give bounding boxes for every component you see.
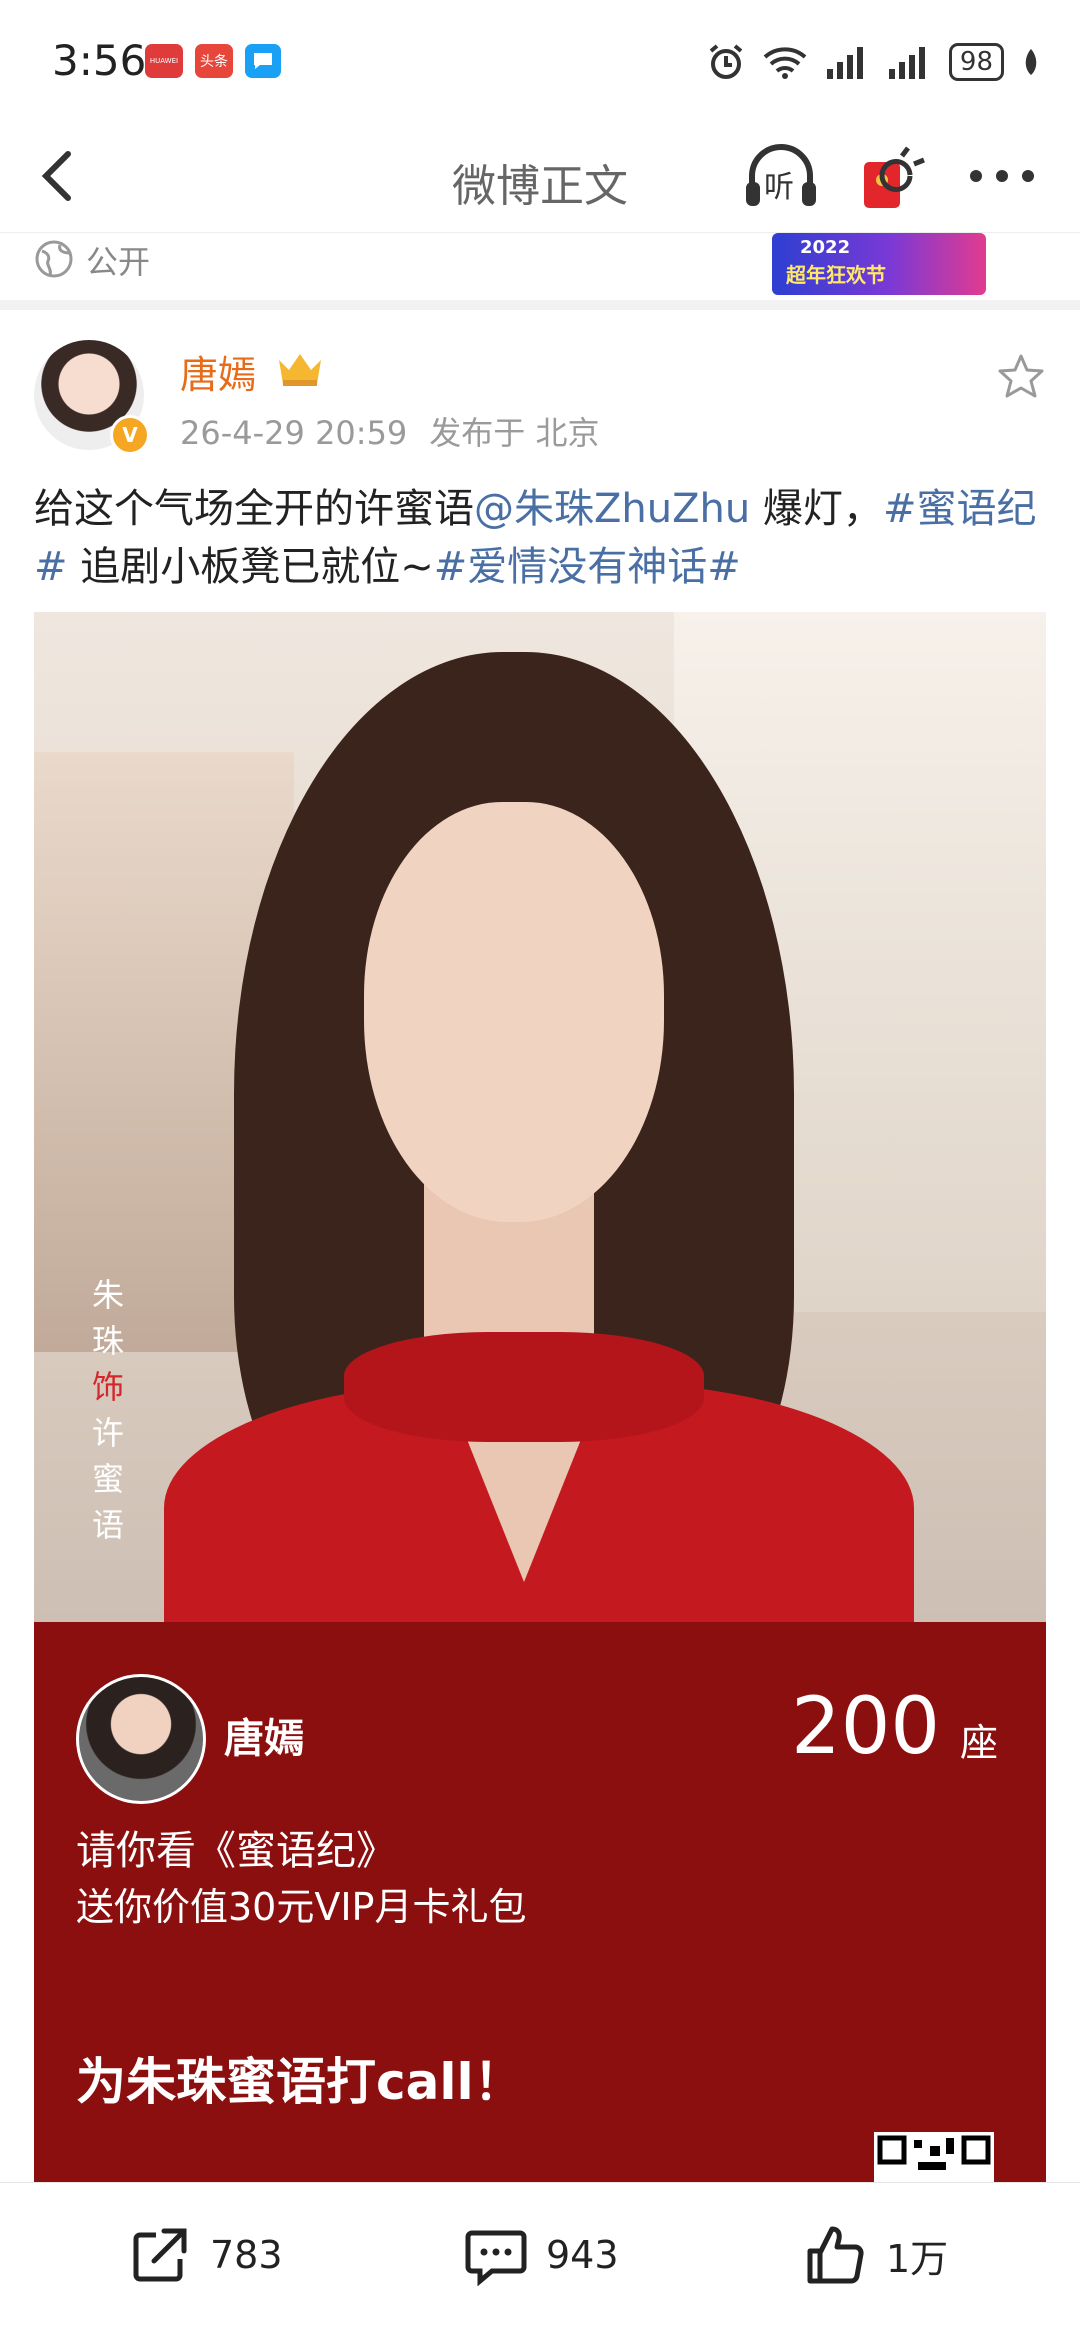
more-dot-icon bbox=[970, 170, 982, 182]
toutiao-app-icon: 头条 bbox=[195, 44, 233, 78]
post-text-part: 爆灯， bbox=[750, 486, 883, 532]
previous-post-strip: 公开 2022 超年狂欢节 bbox=[0, 232, 1080, 301]
listen-label: 听 bbox=[764, 170, 794, 205]
more-button[interactable] bbox=[970, 150, 1034, 202]
promo-avatar bbox=[76, 1674, 206, 1804]
alarm-icon bbox=[709, 44, 743, 79]
caption-char: 蜜 bbox=[91, 1460, 124, 1498]
red-packet-button[interactable] bbox=[858, 142, 930, 212]
verified-badge: V bbox=[110, 415, 150, 455]
post-text: 给这个气场全开的许蜜语@朱珠ZhuZhu 爆灯，#蜜语纪# 追剧小板凳已就位~#… bbox=[34, 480, 1046, 596]
portrait-scarf bbox=[344, 1332, 704, 1442]
repost-button[interactable]: 783 bbox=[128, 2223, 283, 2287]
qr-code bbox=[874, 2132, 994, 2182]
more-dot-icon bbox=[996, 170, 1008, 182]
comment-count: 943 bbox=[546, 2233, 619, 2277]
status-time: 3:56 bbox=[52, 36, 147, 85]
red-packet-icon bbox=[864, 146, 925, 208]
thumbs-up-icon bbox=[807, 2226, 864, 2284]
signal-icon-2 bbox=[888, 47, 925, 79]
signal-icon bbox=[826, 47, 863, 79]
promo-name: 唐嫣 bbox=[224, 1716, 304, 1762]
leaf-icon bbox=[1025, 49, 1037, 75]
status-icons: 98 bbox=[707, 40, 1040, 84]
repost-icon bbox=[133, 2228, 187, 2282]
promo-card[interactable]: 唐嫣 200 座 请你看《蜜语纪》 送你价值30元VIP月卡礼包 为朱珠蜜语打c… bbox=[34, 1622, 1046, 2182]
message-app-icon bbox=[245, 44, 281, 78]
promo-title: 请你看《蜜语纪》 bbox=[76, 1828, 396, 1874]
promo-seat-count: 200 bbox=[791, 1682, 940, 1772]
listen-button[interactable]: 听 bbox=[742, 142, 820, 212]
post-image[interactable]: 朱 珠 饰 许 蜜 语 bbox=[34, 612, 1046, 1622]
section-divider bbox=[0, 300, 1080, 310]
more-dot-icon bbox=[1022, 170, 1034, 182]
image-caption: 朱 珠 饰 许 蜜 语 bbox=[88, 1272, 128, 1548]
hashtag-link[interactable]: #爱情没有神话# bbox=[434, 544, 741, 590]
event-banner[interactable]: 2022 超年狂欢节 bbox=[772, 233, 986, 295]
portrait-face bbox=[364, 802, 664, 1222]
visibility-label: 公开 bbox=[86, 243, 151, 281]
caption-char: 许 bbox=[91, 1414, 124, 1452]
battery-indicator: 98 bbox=[948, 43, 1004, 81]
repost-count: 783 bbox=[210, 2233, 283, 2277]
like-count: 1万 bbox=[886, 2236, 949, 2281]
author-name[interactable]: 唐嫣 bbox=[180, 344, 256, 399]
like-button[interactable]: 1万 bbox=[804, 2223, 948, 2287]
caption-char: 朱 bbox=[91, 1276, 124, 1314]
post-meta: 26-4-29 20:59 发布于 北京 bbox=[180, 408, 599, 454]
promo-cta: 为朱珠蜜语打call！ bbox=[76, 2053, 524, 2111]
post-timestamp: 26-4-29 20:59 bbox=[180, 414, 408, 452]
crown-icon bbox=[279, 354, 321, 386]
caption-char: 语 bbox=[91, 1506, 124, 1544]
caption-char: 珠 bbox=[91, 1322, 124, 1360]
wifi-icon bbox=[763, 47, 807, 79]
caption-char: 饰 bbox=[91, 1368, 124, 1406]
post-location: 发布于 北京 bbox=[429, 414, 600, 452]
event-banner-year: 2022 bbox=[800, 237, 851, 258]
post-text-part: 追剧小板凳已就位~ bbox=[67, 544, 434, 590]
promo-seat-unit: 座 bbox=[959, 1721, 998, 1765]
status-bar: 3:56 HUAWEI 头条 98 bbox=[0, 0, 1080, 120]
promo-subtitle: 送你价值30元VIP月卡礼包 bbox=[76, 1885, 527, 1929]
globe-icon bbox=[35, 240, 73, 278]
post-text-part: 给这个气场全开的许蜜语 bbox=[34, 486, 474, 532]
top-nav: 微博正文 听 bbox=[0, 120, 1080, 232]
huawei-app-icon: HUAWEI bbox=[145, 44, 183, 78]
comment-button[interactable]: 943 bbox=[464, 2223, 619, 2287]
bottom-action-bar: 783 943 1万 bbox=[0, 2182, 1080, 2332]
mention-link[interactable]: @朱珠ZhuZhu bbox=[474, 486, 750, 532]
comment-icon bbox=[465, 2230, 527, 2287]
event-banner-name: 超年狂欢节 bbox=[786, 263, 886, 287]
favorite-star-icon[interactable] bbox=[996, 352, 1046, 402]
